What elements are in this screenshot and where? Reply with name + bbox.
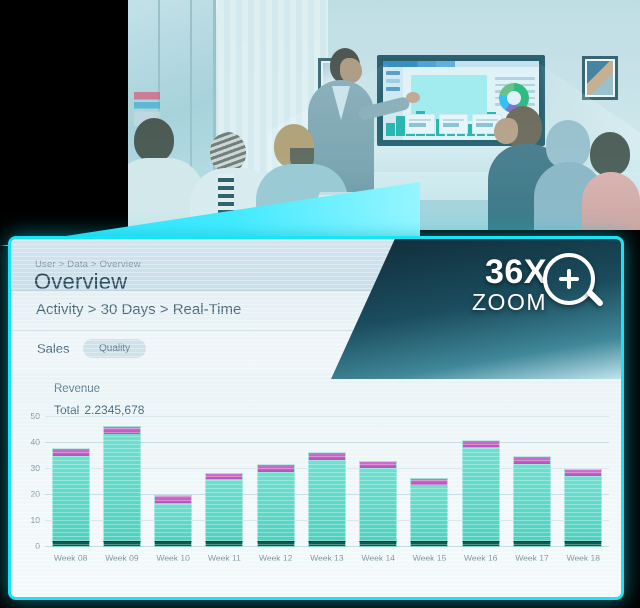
y-axis-tick: 0	[35, 541, 40, 551]
x-axis-label: Week 13	[310, 553, 344, 563]
zoom-badge-text: 36X ZOOM	[472, 255, 547, 314]
y-axis-tick: 30	[30, 463, 40, 473]
bar-segment-main	[564, 475, 603, 541]
bar-segment-base	[154, 540, 193, 547]
bar-segment-base	[359, 540, 398, 547]
chart-bar[interactable]	[256, 463, 295, 547]
chart-total-value: 2.2345,678	[84, 403, 145, 417]
bar-segment-main	[102, 433, 141, 541]
chart-title: Revenue	[54, 383, 101, 395]
y-axis-tick: 40	[30, 437, 40, 447]
chart-bar[interactable]	[564, 469, 603, 547]
attendee-6	[582, 132, 640, 230]
bar-segment-top	[307, 452, 346, 460]
tab-sales[interactable]: Sales	[37, 341, 70, 356]
bar-segment-top	[102, 426, 141, 434]
display-toolbar	[383, 61, 539, 67]
bar-segment-main	[154, 502, 193, 541]
x-axis-label: Week 11	[208, 553, 241, 563]
x-axis-label: Week 14	[361, 553, 395, 563]
bar-segment-base	[102, 540, 141, 547]
x-axis-label: Week 18	[566, 553, 600, 563]
y-axis-tick: 50	[30, 411, 40, 421]
dashboard-panel: User > Data > Overview Overview Activity…	[8, 236, 624, 600]
chart-bar[interactable]	[461, 440, 500, 547]
zoom-factor: 36X	[485, 252, 547, 291]
x-axis-label: Week 17	[515, 553, 549, 563]
x-axis-label: Week 12	[258, 553, 293, 563]
chart-total-label: Total	[54, 403, 80, 417]
x-axis-label: Week 08	[53, 553, 88, 563]
bar-segment-main	[205, 479, 244, 541]
chart-bar[interactable]	[102, 426, 141, 547]
chart-bars	[45, 417, 609, 547]
zoom-badge: 36X ZOOM	[472, 253, 605, 315]
zoom-label: ZOOM	[472, 288, 547, 315]
bar-segment-base	[410, 540, 449, 547]
bar-segment-top	[513, 456, 552, 464]
bar-segment-main	[461, 446, 500, 541]
magnifier-plus-icon	[543, 253, 605, 315]
badge-quality[interactable]: Quality	[83, 339, 147, 358]
chart-bar[interactable]	[359, 461, 398, 547]
x-axis-label: Week 15	[412, 553, 447, 563]
x-axis-label: Week 10	[156, 553, 190, 563]
chart-container: Revenue Total 2.2345,678 0 10 20 30 40 50 Week…	[11, 371, 621, 597]
bar-segment-base	[256, 540, 295, 547]
bar-segment-top	[154, 495, 193, 503]
wall-frame-right	[582, 56, 618, 100]
chart-plot: 0 10 20 30 40 50	[31, 411, 609, 551]
bar-segment-base	[51, 540, 90, 547]
chart-bar[interactable]	[307, 452, 346, 547]
chart-bar[interactable]	[154, 495, 193, 547]
bar-segment-top	[51, 448, 90, 456]
chart-bar[interactable]	[51, 448, 90, 547]
bar-segment-base	[461, 540, 500, 547]
bar-segment-top	[256, 463, 295, 472]
bar-segment-main	[51, 456, 90, 541]
bar-segment-base	[513, 540, 552, 547]
composite-stage: User > Data > Overview Overview Activity…	[0, 0, 640, 608]
chart-total: Total 2.2345,678	[54, 403, 144, 417]
bar-segment-main	[359, 467, 398, 541]
bar-segment-main	[513, 463, 552, 541]
bar-segment-main	[256, 471, 295, 541]
chart-x-axis-labels: Week 08 Week 09 Week 10 Week 11 Week 12 Week …	[45, 553, 609, 563]
y-axis-tick: 20	[30, 489, 40, 499]
bar-segment-base	[564, 540, 603, 547]
chart-bar[interactable]	[205, 472, 244, 547]
bar-segment-base	[307, 540, 346, 547]
bar-segment-main	[307, 459, 346, 541]
filter-path[interactable]: Activity > 30 Days > Real-Time	[36, 301, 241, 318]
bar-segment-base	[205, 540, 244, 547]
chart-bar[interactable]	[513, 456, 552, 547]
y-axis-tick: 10	[30, 515, 40, 525]
bar-segment-main	[410, 484, 449, 541]
x-axis-label: Week 09	[105, 553, 139, 563]
chart-bar[interactable]	[410, 478, 449, 547]
x-axis-label: Week 16	[464, 553, 498, 563]
